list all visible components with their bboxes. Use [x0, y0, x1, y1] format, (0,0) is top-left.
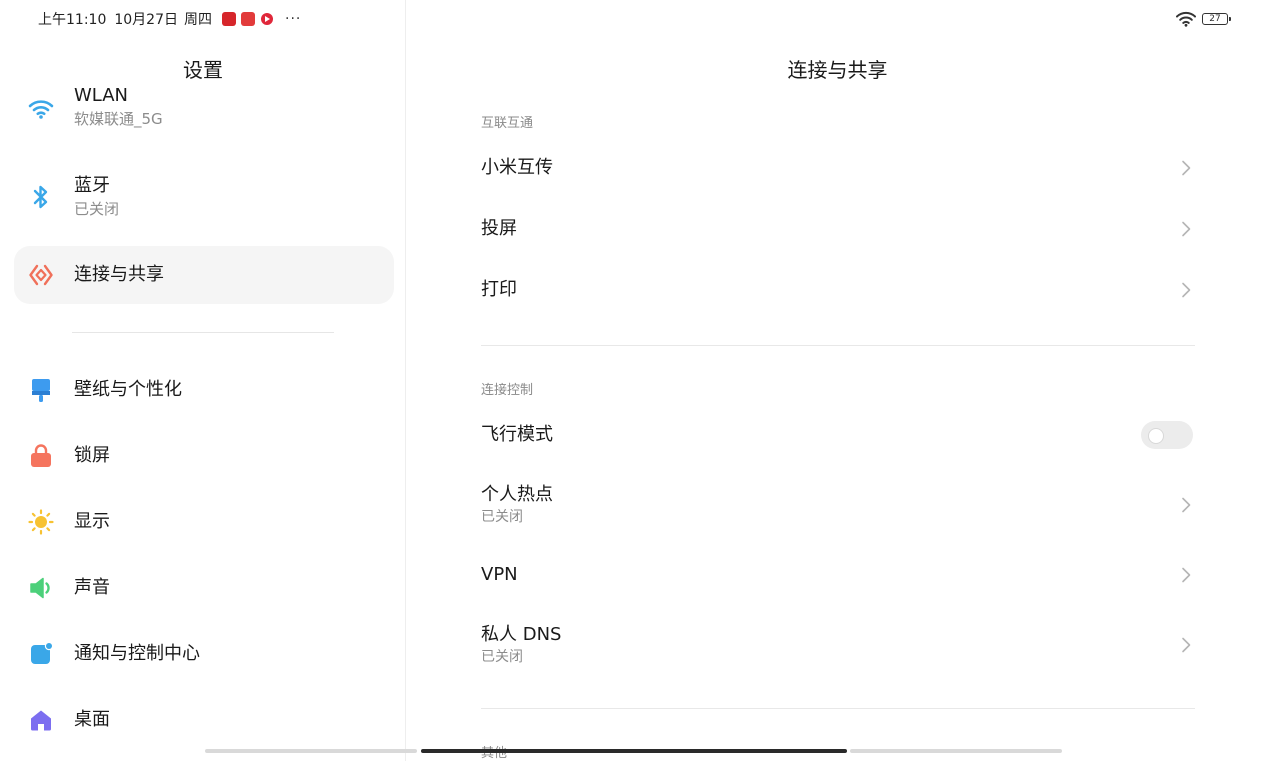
wallpaper-brush-icon [28, 377, 54, 403]
row-label: 打印 [481, 279, 517, 300]
chevron-right-icon [1182, 567, 1191, 583]
sidebar-item-sound[interactable]: 声音 [14, 559, 394, 617]
row-print[interactable]: 打印 [481, 265, 1195, 315]
row-xiaomi-share[interactable]: 小米互传 [481, 143, 1195, 193]
row-label: 投屏 [481, 218, 517, 239]
sidebar-title: 设置 [183, 58, 223, 82]
sidebar-item-label: 声音 [74, 577, 110, 598]
row-sub: 已关闭 [481, 509, 523, 525]
sidebar-item-display[interactable]: 显示 [14, 493, 394, 551]
section-label-connection-control: 连接控制 [481, 383, 534, 398]
row-label: 飞行模式 [481, 424, 553, 445]
chevron-right-icon [1182, 282, 1191, 298]
row-airplane-mode[interactable]: 飞行模式 [481, 410, 1195, 460]
chevron-right-icon [1182, 637, 1191, 653]
row-label: 个人热点 [481, 484, 553, 505]
home-icon [28, 707, 54, 733]
sidebar-item-label: 显示 [74, 511, 110, 532]
gesture-home-handle[interactable] [421, 749, 847, 753]
sidebar-item-label: WLAN [74, 85, 129, 106]
section-divider [481, 708, 1195, 709]
speaker-icon [28, 575, 54, 601]
airplane-mode-toggle[interactable] [1141, 421, 1193, 449]
sidebar-item-wlan[interactable]: WLAN 软媒联通_5G [14, 80, 394, 138]
sidebar-item-connection-share[interactable]: 连接与共享 [14, 246, 394, 304]
lock-icon [28, 443, 54, 469]
settings-sidebar: 设置 WLAN 软媒联通_5G 蓝牙 已关闭 连接与共享 壁纸与个性化 锁屏 显… [0, 0, 406, 761]
sidebar-item-notification-center[interactable]: 通知与控制中心 [14, 625, 394, 683]
chevron-right-icon [1182, 221, 1191, 237]
sidebar-item-lock-screen[interactable]: 锁屏 [14, 427, 394, 485]
sidebar-item-label: 蓝牙 [74, 175, 110, 196]
sidebar-item-label: 通知与控制中心 [74, 643, 200, 664]
chevron-right-icon [1182, 497, 1191, 513]
sidebar-item-label: 连接与共享 [74, 264, 164, 285]
row-private-dns[interactable]: 私人 DNS 已关闭 [481, 620, 1195, 670]
bluetooth-icon [28, 184, 54, 210]
page-title: 连接与共享 [787, 58, 888, 82]
section-divider [481, 345, 1195, 346]
sidebar-item-home-screen[interactable]: 桌面 [14, 691, 394, 749]
sidebar-item-bluetooth[interactable]: 蓝牙 已关闭 [14, 168, 394, 226]
gesture-bar-track-right [850, 749, 1062, 753]
section-label-interconnect: 互联互通 [481, 116, 534, 131]
sidebar-divider [72, 332, 334, 333]
notification-icon [28, 641, 54, 667]
chevron-right-icon [1182, 160, 1191, 176]
connection-share-page: 连接与共享 互联互通 小米互传 投屏 打印 连接控制 飞行模式 个人热点 已关闭… [407, 0, 1268, 761]
sidebar-item-label: 桌面 [74, 709, 110, 730]
sun-icon [28, 509, 54, 535]
row-label: 私人 DNS [481, 624, 562, 645]
row-label: VPN [481, 564, 518, 585]
row-sub: 已关闭 [481, 649, 523, 665]
row-personal-hotspot[interactable]: 个人热点 已关闭 [481, 480, 1195, 530]
row-vpn[interactable]: VPN [481, 550, 1195, 600]
sidebar-item-label: 壁纸与个性化 [74, 379, 182, 400]
sidebar-item-sub: 软媒联通_5G [74, 110, 163, 128]
sidebar-item-label: 锁屏 [74, 445, 110, 466]
gesture-bar-track-left [205, 749, 417, 753]
row-label: 小米互传 [481, 157, 553, 178]
connection-share-icon [28, 262, 54, 288]
row-cast-screen[interactable]: 投屏 [481, 204, 1195, 254]
sidebar-item-wallpaper[interactable]: 壁纸与个性化 [14, 361, 394, 419]
sidebar-item-sub: 已关闭 [74, 200, 120, 218]
wifi-icon [28, 96, 54, 122]
